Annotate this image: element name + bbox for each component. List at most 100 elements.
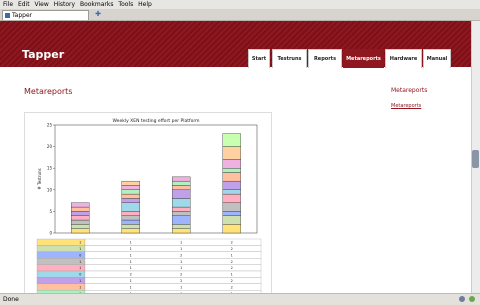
table-row-cell — [84, 277, 262, 284]
chart-svg: Weekly XEN testing effort per Platform # … — [36, 118, 262, 297]
sidebar-link-metareports[interactable]: Metareports — [391, 103, 421, 109]
menu-file[interactable]: File — [3, 0, 13, 9]
table-value: 1 — [79, 241, 81, 245]
table-value: 1 — [79, 266, 81, 270]
table-value: 2 — [231, 247, 233, 251]
bar-segment — [172, 198, 191, 208]
bar-segment — [121, 198, 140, 203]
nav-reports[interactable]: Reports — [308, 49, 342, 68]
bar-segment — [222, 224, 241, 234]
bar-segment — [71, 206, 90, 212]
table-value: 2 — [231, 241, 233, 245]
table-row-cell — [84, 264, 262, 272]
table-row-cell — [84, 251, 262, 259]
table-row-cell — [84, 283, 262, 291]
table-value: 1 — [130, 279, 132, 283]
table-row-label-cell — [36, 270, 86, 278]
nav-hardware[interactable]: Hardware — [385, 49, 422, 68]
nav-metareports[interactable]: Metareports — [343, 49, 384, 68]
bar-segment — [222, 133, 241, 147]
table-value: 1 — [79, 260, 81, 264]
addon-icon[interactable] — [459, 296, 465, 302]
status-bar: Done — [0, 293, 480, 305]
table-value: 1 — [180, 285, 182, 289]
bar-segment — [121, 180, 140, 186]
bar-segment — [222, 172, 241, 182]
bar-segment — [71, 224, 90, 229]
bar-segment — [172, 185, 191, 191]
nav-manual[interactable]: Manual — [423, 49, 451, 68]
bar-segment — [172, 176, 191, 182]
nav-start[interactable]: Start — [248, 49, 270, 68]
table-value: 1 — [79, 285, 81, 289]
bar-segment — [172, 224, 191, 229]
y-tick-label: 15 — [47, 166, 53, 171]
table-value: 2 — [130, 273, 132, 277]
table-value: 1 — [231, 273, 233, 277]
table-value: 1 — [180, 260, 182, 264]
bar-segment — [222, 168, 241, 173]
table-value: 2 — [231, 285, 233, 289]
bar-segment — [71, 202, 90, 208]
browser-tab[interactable]: Tapper — [2, 10, 89, 20]
nav-testruns[interactable]: Testruns — [272, 49, 307, 68]
bar-segment — [121, 219, 140, 225]
table-value: 1 — [130, 253, 132, 257]
table-value: 1 — [130, 285, 132, 289]
table-value: 1 — [231, 253, 233, 257]
security-icon[interactable] — [469, 296, 475, 302]
table-value: 1 — [130, 260, 132, 264]
bar-segment — [222, 159, 241, 169]
table-row-label-cell — [36, 245, 86, 252]
bar-segment — [172, 211, 191, 216]
table-row-label-cell — [36, 258, 86, 265]
y-tick-label: 0 — [49, 231, 52, 236]
table-value: 0 — [79, 273, 81, 277]
bar-segment — [121, 185, 140, 191]
table-value: 2 — [231, 266, 233, 270]
bar-segment — [71, 215, 90, 221]
table-value: 2 — [180, 273, 182, 277]
menu-history[interactable]: History — [54, 0, 75, 9]
menu-edit[interactable]: Edit — [18, 0, 30, 9]
bar-segment — [222, 189, 241, 195]
bar-segment — [121, 193, 140, 199]
bar-segment — [172, 189, 191, 199]
y-tick-label: 20 — [47, 144, 53, 149]
menu-tools[interactable]: Tools — [118, 0, 133, 9]
bar-segment — [222, 215, 241, 225]
table-value: 2 — [180, 279, 182, 283]
bar-segment — [71, 211, 90, 216]
bar-segment — [121, 228, 140, 234]
table-row-cell — [84, 245, 262, 252]
bar-segment — [71, 228, 90, 234]
site-logo: Tapper — [22, 48, 65, 61]
menu-bar: File Edit View History Bookmarks Tools H… — [0, 0, 480, 9]
table-value: 2 — [231, 279, 233, 283]
table-value: 1 — [180, 266, 182, 270]
table-row-label-cell — [36, 264, 86, 272]
table-row-label-cell — [36, 251, 86, 259]
table-value: 1 — [130, 247, 132, 251]
chart-title: Weekly XEN testing effort per Platform — [113, 118, 200, 124]
table-value: 1 — [79, 247, 81, 251]
bar-segment — [121, 211, 140, 216]
y-tick-label: 25 — [47, 123, 53, 128]
table-value: 2 — [180, 253, 182, 257]
bar-segment — [121, 189, 140, 195]
browser-tab-title: Tapper — [12, 12, 33, 19]
menu-view[interactable]: View — [35, 0, 49, 9]
table-value: 1 — [180, 241, 182, 245]
bar-segment — [172, 206, 191, 212]
bar-segment — [222, 211, 241, 216]
menu-help[interactable]: Help — [138, 0, 152, 9]
table-value: 1 — [79, 279, 81, 283]
y-tick-label: 5 — [49, 209, 52, 214]
menu-bookmarks[interactable]: Bookmarks — [80, 0, 114, 9]
new-tab-icon[interactable]: ✚ — [94, 10, 102, 18]
table-row-cell — [84, 270, 262, 278]
scrollbar-thumb[interactable] — [472, 150, 479, 168]
table-row-label-cell — [36, 238, 86, 246]
sidebar-title: Metareports — [391, 87, 428, 94]
bar-segment — [172, 215, 191, 225]
